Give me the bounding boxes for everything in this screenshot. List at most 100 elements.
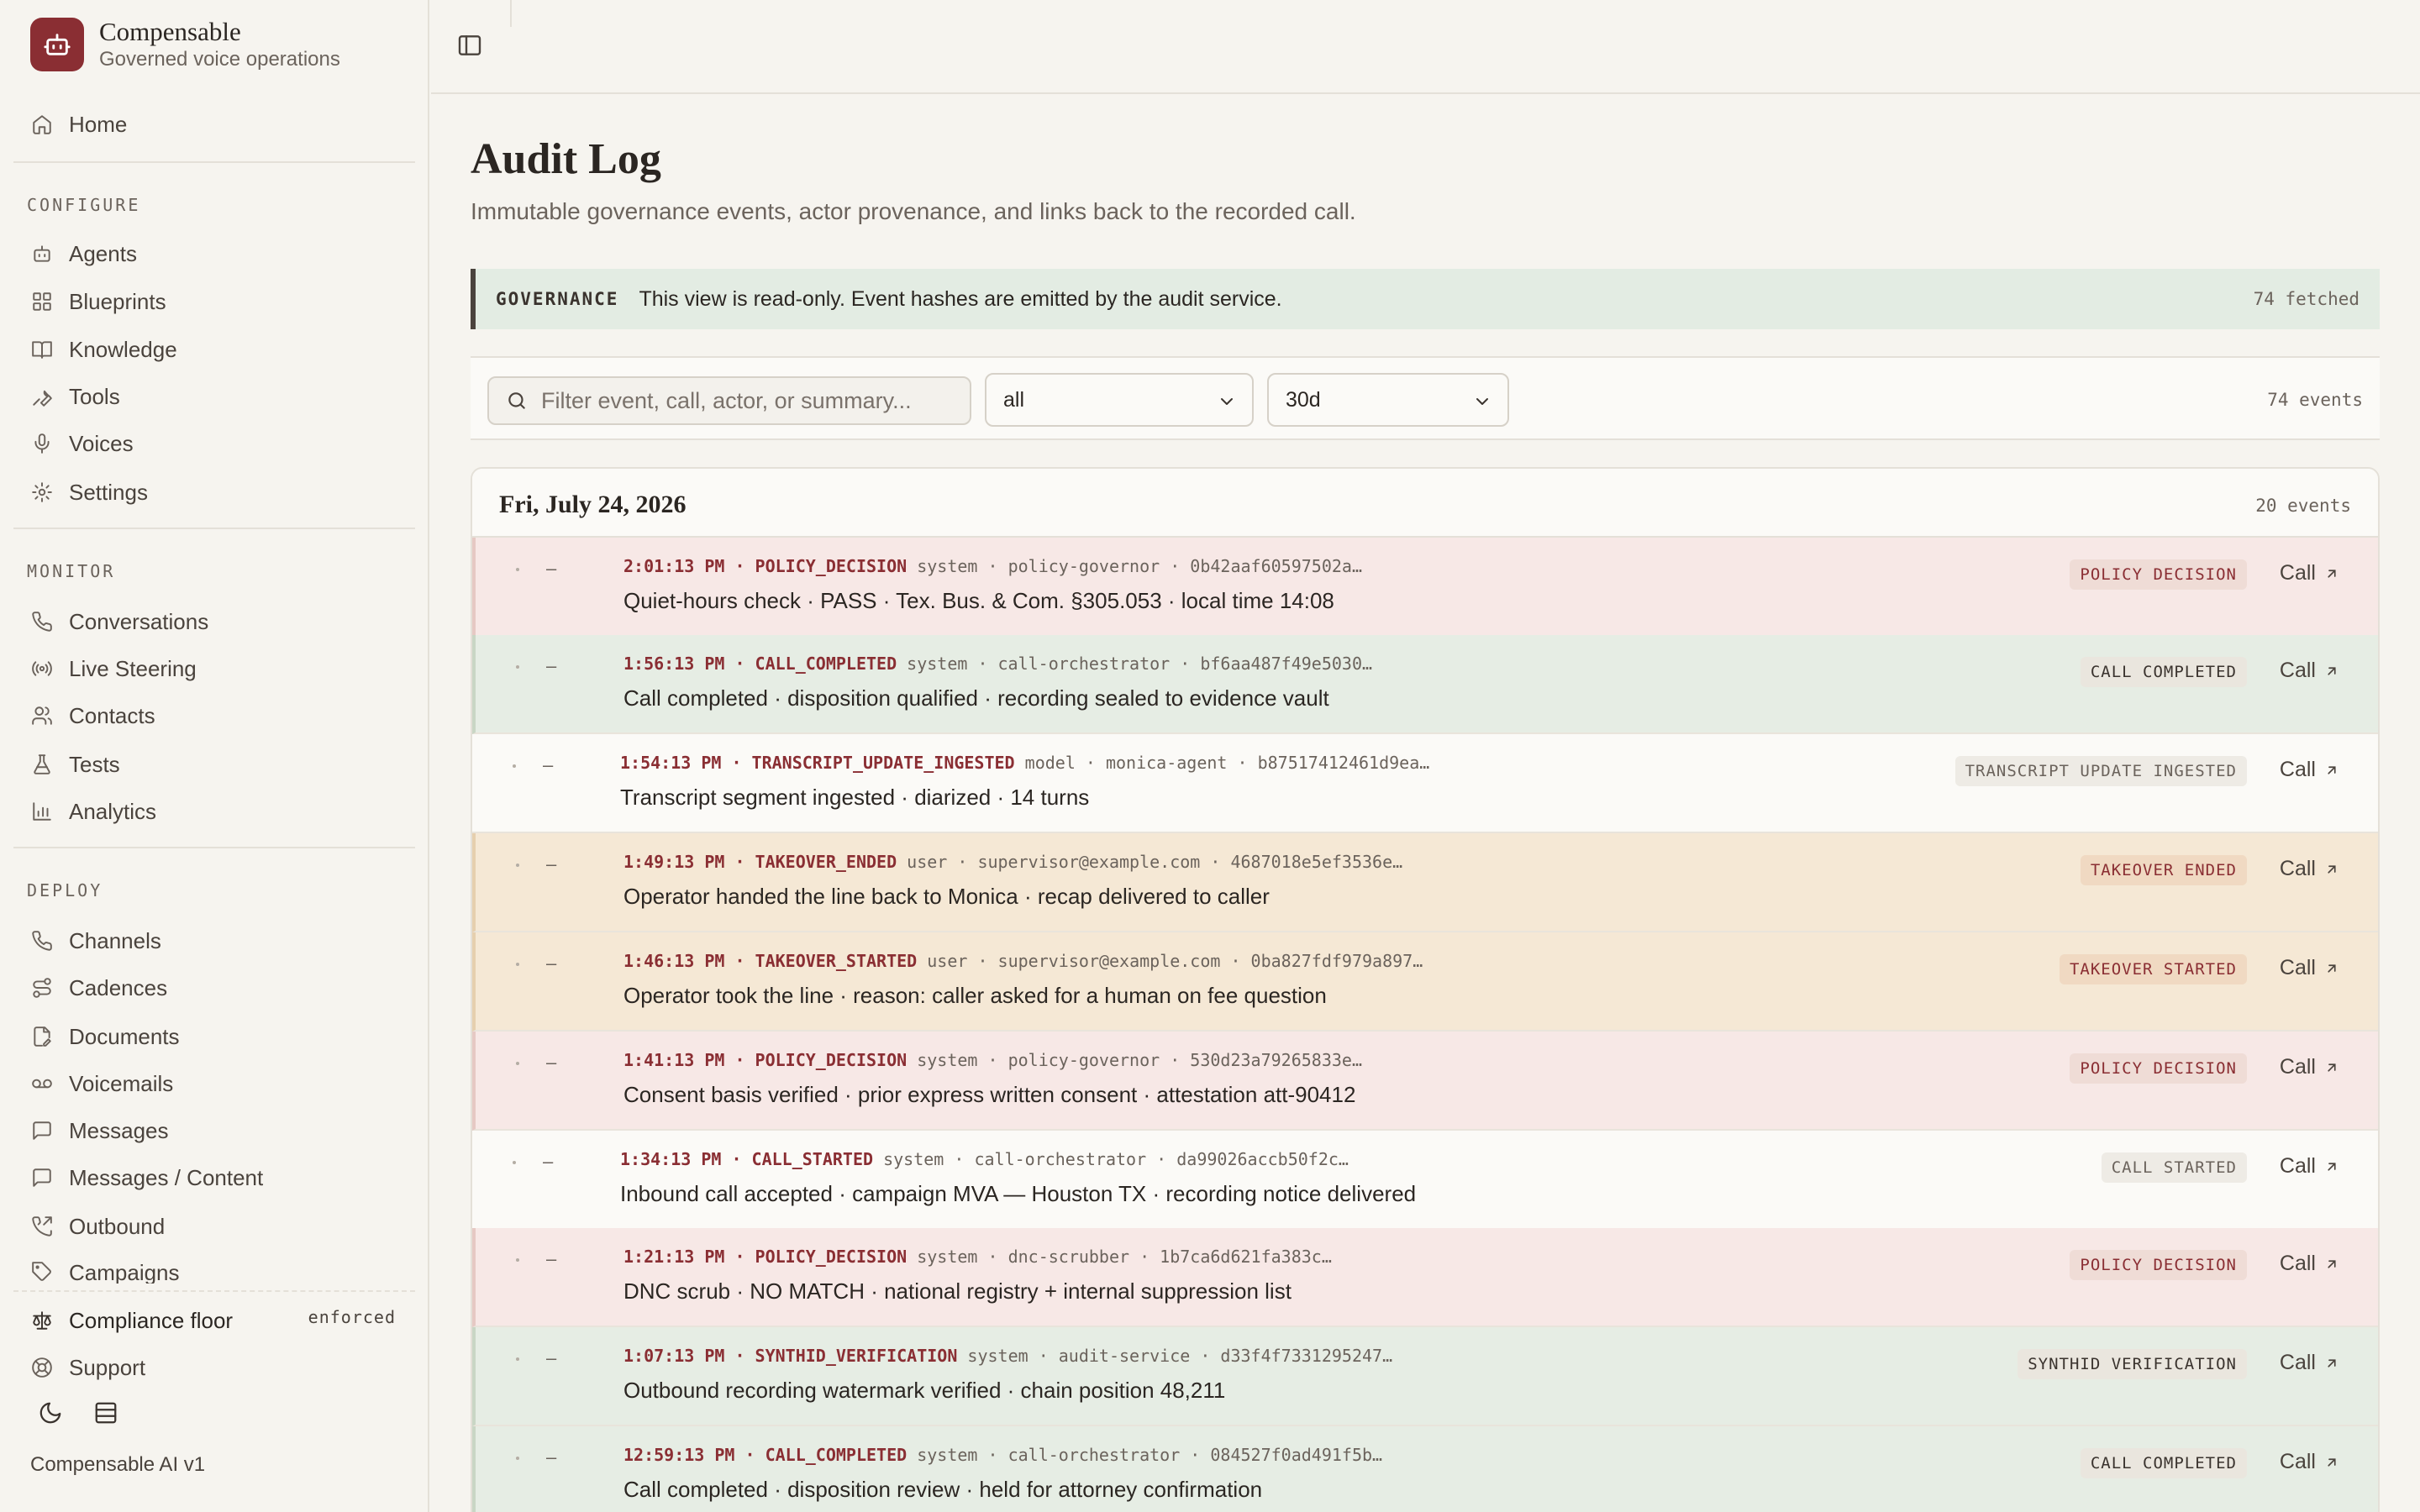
moon-icon[interactable] [35,1398,66,1428]
time-range-select[interactable]: 30d [1267,373,1509,427]
governance-banner: GOVERNANCE This view is read-only. Event… [471,269,2380,329]
arrow-up-right-icon [2328,1457,2336,1467]
nav-outbound[interactable]: Outbound [30,1208,165,1245]
sidebar: Compensable Governed voice operations Ho… [0,0,429,1512]
open-call-link[interactable]: Call [2280,956,2339,980]
audit-event-row[interactable]: – 1:54:13 PM · TRANSCRIPT_UPDATE_INGESTED… [472,734,2378,833]
nav-knowledge[interactable]: Knowledge [30,331,177,368]
event-time: 2:01:13 PM · POLICY_DECISION [623,556,908,576]
event-meta: 1:56:13 PM · CALL_COMPLETED system · cal… [623,654,1372,674]
open-call-link[interactable]: Call [2280,1154,2339,1179]
nav-tools[interactable]: Tools [30,378,120,415]
timeline-dot [516,568,519,571]
open-call-label: Call [2279,1351,2316,1374]
sidebar-toggle-button[interactable] [456,32,487,62]
event-summary: Consent basis verified · prior express w… [623,1082,1356,1107]
audit-event-row[interactable]: – 1:34:13 PM · CALL_STARTED system · call… [472,1131,2378,1230]
nav-analytics[interactable]: Analytics [30,793,156,830]
audit-event-row[interactable]: – 1:21:13 PM · POLICY_DECISION system · d… [472,1228,2378,1327]
event-type-badge: TAKEOVER STARTED [2059,954,2247,984]
event-time: 1:07:13 PM · SYNTHID_VERIFICATION [623,1346,958,1366]
nav-voices[interactable]: Voices [30,425,134,462]
nav-channels[interactable]: Channels [30,922,161,959]
nav-tests[interactable]: Tests [30,746,120,783]
timeline-dot [516,864,519,867]
footer-icons [35,1398,121,1428]
event-meta: 1:34:13 PM · CALL_STARTED system · call-… [620,1149,1349,1169]
expand-toggle[interactable]: – [546,853,556,875]
timeline-dot [516,1457,519,1460]
nav-agents[interactable]: Agents [30,235,137,272]
nav-blueprints[interactable]: Blueprints [30,283,166,320]
nav-documents[interactable]: Documents [30,1018,180,1055]
expand-toggle[interactable]: – [543,754,553,776]
open-call-label: Call [2279,561,2316,585]
timeline-dot [516,665,519,669]
expand-toggle[interactable]: – [546,953,556,974]
file-signature-icon [30,1025,54,1048]
expand-toggle[interactable]: – [543,1151,553,1173]
open-call-link[interactable]: Call [2280,659,2339,683]
time-range-value: 30d [1286,387,1321,412]
expand-toggle[interactable]: – [546,1446,556,1468]
arrow-up-right-icon [2328,1358,2336,1368]
event-summary: Operator took the line · reason: caller … [623,983,1327,1008]
brand-name: Compensable [99,17,241,46]
expand-toggle[interactable]: – [546,1347,556,1369]
events-count: 74 events [2267,390,2363,410]
open-call-link[interactable]: Call [2280,1055,2339,1079]
event-actor: system · audit-service · d33f4f733129524… [957,1346,1393,1366]
divider [13,847,415,848]
event-actor: system · call-orchestrator · da99026accb… [873,1149,1349,1169]
audit-event-row[interactable]: – 1:56:13 PM · CALL_COMPLETED system · ca… [472,635,2378,734]
banner-tag: GOVERNANCE [496,289,619,309]
audit-event-row[interactable]: – 2:01:13 PM · POLICY_DECISION system · p… [472,538,2378,637]
expand-toggle[interactable]: – [546,655,556,677]
audit-event-row[interactable]: – 1:07:13 PM · SYNTHID_VERIFICATION syste… [472,1327,2378,1426]
open-call-link[interactable]: Call [2280,857,2339,881]
voicemail-icon [30,1072,54,1095]
audit-event-row[interactable]: – 1:49:13 PM · TAKEOVER_ENDED user · supe… [472,833,2378,932]
nav-messages-content[interactable]: Messages / Content [30,1159,263,1196]
users-icon [30,704,54,727]
event-type-value: all [1003,387,1025,412]
event-time: 1:46:13 PM · TAKEOVER_STARTED [623,951,918,971]
event-actor: system · dnc-scrubber · 1b7ca6d621fa383c… [907,1247,1332,1267]
gear-icon [30,480,54,504]
open-call-link[interactable]: Call [2280,1351,2339,1375]
audit-event-row[interactable]: – 1:41:13 PM · POLICY_DECISION system · p… [472,1032,2378,1131]
nav-settings[interactable]: Settings [30,474,148,511]
nav-compliance-floor[interactable]: Compliance floor [30,1302,233,1339]
nav-cadences[interactable]: Cadences [30,969,167,1006]
expand-toggle[interactable]: – [546,558,556,580]
audit-event-row[interactable]: – 1:46:13 PM · TAKEOVER_STARTED user · su… [472,932,2378,1032]
nav-home[interactable]: Home [30,106,127,143]
layout-table-icon[interactable] [91,1398,121,1428]
brand-subtitle: Governed voice operations [99,48,340,71]
expand-toggle[interactable]: – [546,1248,556,1270]
event-time: 1:54:13 PM · TRANSCRIPT_UPDATE_INGESTED [620,753,1015,773]
event-summary: Inbound call accepted · campaign MVA — H… [620,1181,1417,1206]
search-input[interactable]: Filter event, call, actor, or summary... [487,376,971,425]
open-call-link[interactable]: Call [2280,1450,2339,1474]
event-type-select[interactable]: all [985,373,1254,427]
event-time: 1:34:13 PM · CALL_STARTED [620,1149,874,1169]
nav-support[interactable]: Support [30,1349,145,1386]
brand[interactable]: Compensable Governed voice operations [30,17,340,72]
expand-toggle[interactable]: – [546,1052,556,1074]
nav-campaigns[interactable]: Campaigns [30,1255,180,1284]
audit-event-row[interactable]: – 12:59:13 PM · CALL_COMPLETED system · c… [472,1426,2378,1512]
open-call-link[interactable]: Call [2280,1252,2339,1276]
audit-log-card: Fri, July 24, 2026 20 events – 2:01:13 PM… [471,467,2380,1512]
nav-live-steering[interactable]: Live Steering [30,650,197,687]
nav-documents-label: Documents [69,1023,180,1049]
nav-messages[interactable]: Messages [30,1112,169,1149]
event-time: 12:59:13 PM · CALL_COMPLETED [623,1445,908,1465]
arrow-up-right-icon [2328,666,2336,675]
open-call-link[interactable]: Call [2280,758,2339,782]
nav-conversations[interactable]: Conversations [30,603,208,640]
nav-voicemails[interactable]: Voicemails [30,1065,173,1102]
event-time: 1:49:13 PM · TAKEOVER_ENDED [623,852,897,872]
open-call-link[interactable]: Call [2280,561,2339,585]
nav-contacts[interactable]: Contacts [30,697,155,734]
